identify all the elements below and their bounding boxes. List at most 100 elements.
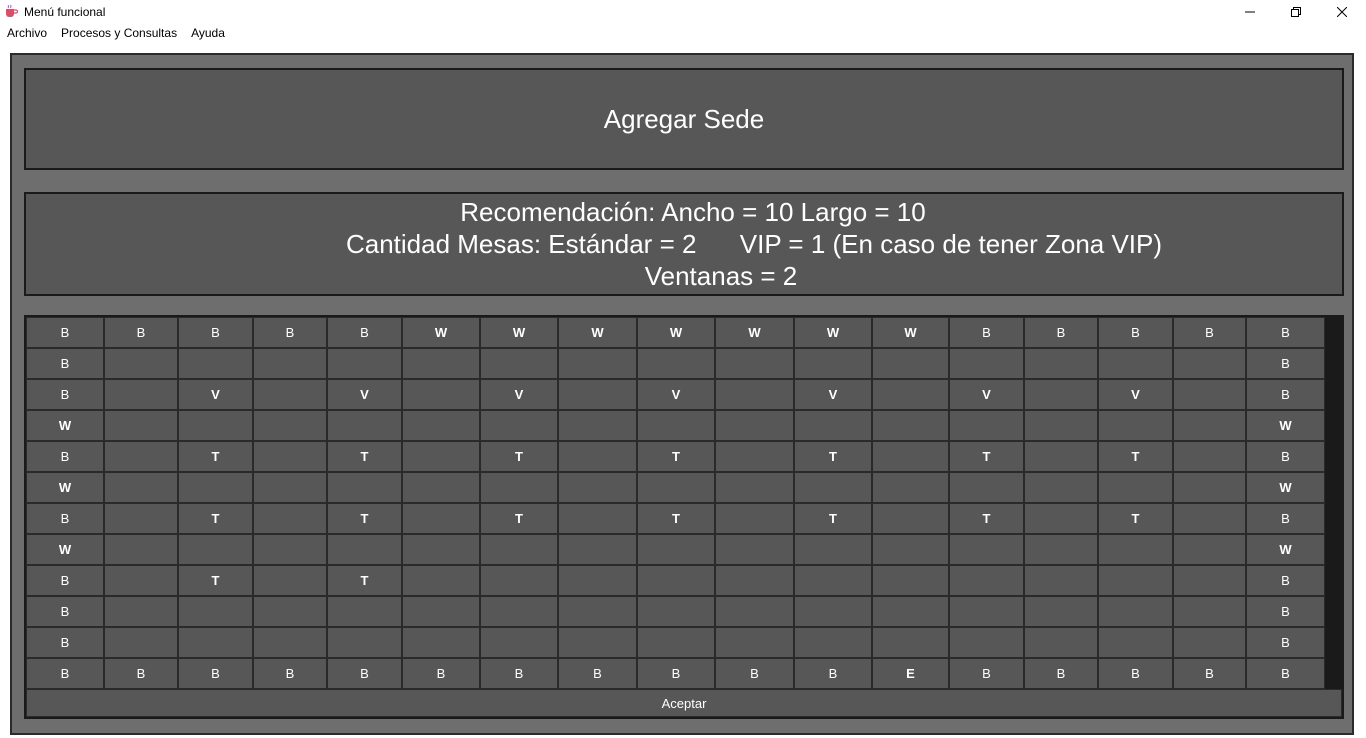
grid-cell[interactable]: B [26,379,104,410]
grid-cell[interactable] [637,472,715,503]
grid-cell[interactable] [480,534,558,565]
grid-cell[interactable] [715,441,794,472]
grid-cell[interactable]: T [178,565,253,596]
grid-cell[interactable] [715,472,794,503]
grid-cell[interactable]: B [1246,565,1325,596]
grid-cell[interactable]: V [637,379,715,410]
accept-button[interactable]: Aceptar [26,689,1342,717]
grid-cell[interactable]: B [1246,596,1325,627]
grid-cell[interactable]: V [1098,379,1173,410]
grid-cell[interactable] [402,565,480,596]
grid-cell[interactable]: T [480,503,558,534]
grid-cell[interactable]: T [794,441,872,472]
grid-cell[interactable]: B [104,658,178,689]
grid-cell[interactable] [253,596,327,627]
grid-cell[interactable] [1173,565,1246,596]
grid-cell[interactable] [1173,410,1246,441]
grid-cell[interactable] [480,472,558,503]
grid-cell[interactable]: B [558,658,637,689]
grid-cell[interactable] [1098,565,1173,596]
grid-cell[interactable] [178,410,253,441]
grid-cell[interactable] [1098,348,1173,379]
grid-cell[interactable] [327,348,402,379]
grid-cell[interactable] [1173,503,1246,534]
grid-cell[interactable]: W [480,317,558,348]
grid-cell[interactable] [949,596,1024,627]
grid-cell[interactable]: T [637,503,715,534]
grid-cell[interactable] [253,503,327,534]
grid-cell[interactable] [402,441,480,472]
grid-cell[interactable] [558,565,637,596]
grid-cell[interactable] [1024,503,1098,534]
grid-cell[interactable] [1024,379,1098,410]
grid-cell[interactable]: B [26,596,104,627]
title-bar[interactable]: Menú funcional [0,0,1366,24]
grid-cell[interactable] [637,348,715,379]
grid-cell[interactable] [949,565,1024,596]
grid-cell[interactable] [1173,472,1246,503]
grid-cell[interactable] [558,472,637,503]
grid-cell[interactable] [104,348,178,379]
grid-cell[interactable]: T [1098,441,1173,472]
grid-cell[interactable] [558,503,637,534]
grid-cell[interactable] [1024,441,1098,472]
grid-cell[interactable] [1098,534,1173,565]
grid-cell[interactable] [558,534,637,565]
grid-cell[interactable]: B [1246,627,1325,658]
grid-cell[interactable]: B [253,658,327,689]
grid-cell[interactable] [794,472,872,503]
grid-cell[interactable] [949,472,1024,503]
grid-cell[interactable]: B [1098,658,1173,689]
grid-cell[interactable] [1173,627,1246,658]
grid-cell[interactable] [715,596,794,627]
grid-cell[interactable] [558,627,637,658]
grid-cell[interactable]: V [327,379,402,410]
grid-cell[interactable]: B [1024,658,1098,689]
grid-cell[interactable] [402,410,480,441]
grid-cell[interactable] [637,627,715,658]
grid-cell[interactable] [1098,410,1173,441]
grid-cell[interactable] [1024,596,1098,627]
grid-cell[interactable] [480,348,558,379]
grid-cell[interactable]: W [872,317,949,348]
grid-cell[interactable]: W [1246,534,1325,565]
grid-cell[interactable]: B [327,658,402,689]
grid-cell[interactable] [872,379,949,410]
grid-cell[interactable] [253,627,327,658]
grid-cell[interactable]: W [715,317,794,348]
grid-cell[interactable] [253,534,327,565]
grid-cell[interactable]: T [949,503,1024,534]
grid-cell[interactable]: B [1246,348,1325,379]
grid-cell[interactable] [253,348,327,379]
grid-cell[interactable] [480,565,558,596]
grid-cell[interactable] [1024,627,1098,658]
grid-cell[interactable] [1024,410,1098,441]
grid-cell[interactable] [872,441,949,472]
grid-cell[interactable] [872,410,949,441]
grid-cell[interactable] [402,379,480,410]
grid-cell[interactable]: E [872,658,949,689]
grid-cell[interactable] [104,534,178,565]
grid-cell[interactable] [872,596,949,627]
grid-cell[interactable] [253,379,327,410]
grid-cell[interactable] [480,410,558,441]
grid-cell[interactable]: T [1098,503,1173,534]
grid-cell[interactable] [402,472,480,503]
grid-cell[interactable] [1173,441,1246,472]
grid-cell[interactable]: B [26,317,104,348]
menu-procesos-consultas[interactable]: Procesos y Consultas [54,24,184,42]
grid-cell[interactable] [104,472,178,503]
grid-cell[interactable] [104,410,178,441]
grid-cell[interactable]: B [1246,503,1325,534]
grid-cell[interactable] [872,565,949,596]
grid-cell[interactable] [794,596,872,627]
grid-cell[interactable]: B [1098,317,1173,348]
grid-cell[interactable]: B [1246,658,1325,689]
grid-cell[interactable] [872,627,949,658]
grid-cell[interactable]: W [402,317,480,348]
grid-cell[interactable] [715,379,794,410]
grid-cell[interactable]: B [480,658,558,689]
grid-cell[interactable]: T [178,503,253,534]
grid-cell[interactable] [1024,348,1098,379]
grid-cell[interactable] [715,410,794,441]
